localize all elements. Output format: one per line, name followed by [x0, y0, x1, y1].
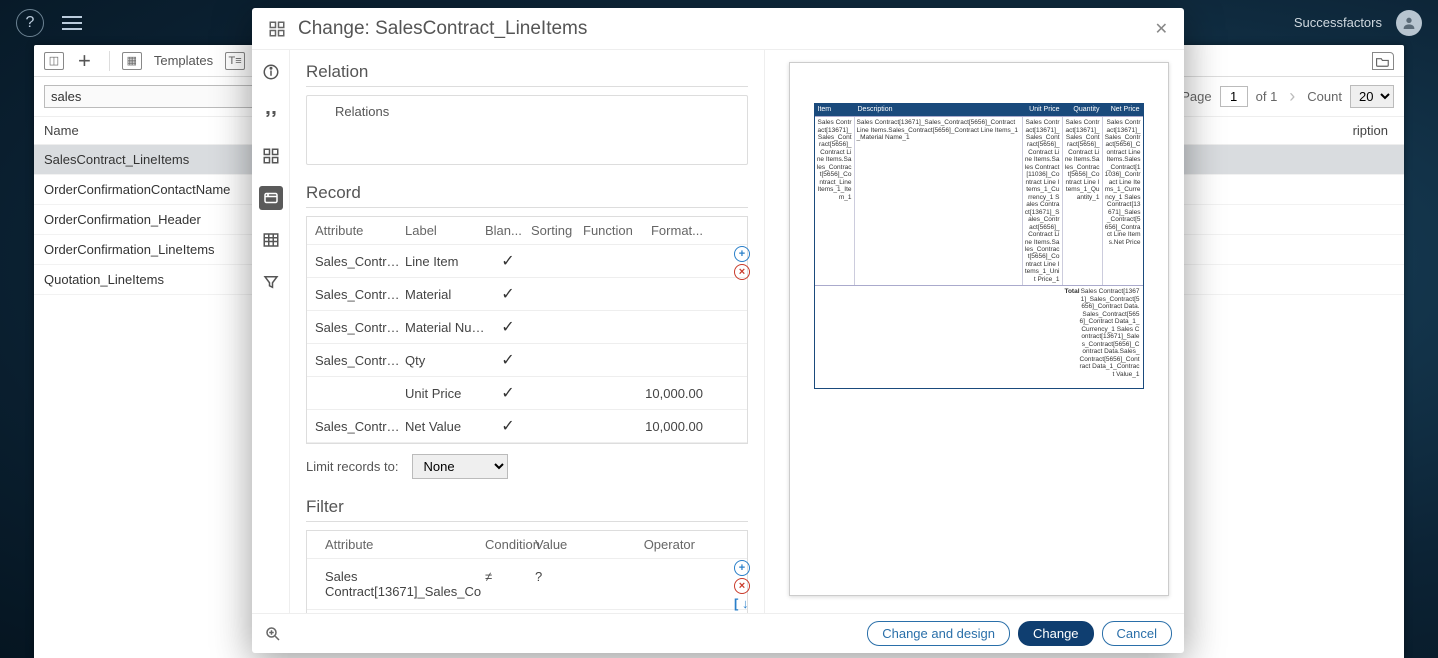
- form-area: Relation Relations Record Attribute Labe…: [290, 50, 764, 613]
- record-row[interactable]: Sales_Contract[5656Net Value✓10,000.00: [307, 410, 747, 443]
- change-and-design-button[interactable]: Change and design: [867, 621, 1010, 646]
- record-row[interactable]: Sales_Contract[5656Qty✓: [307, 344, 747, 377]
- open-folder-icon[interactable]: [1372, 52, 1394, 70]
- search-input[interactable]: [44, 85, 254, 108]
- templates-icon[interactable]: ▦: [122, 52, 142, 70]
- record-row[interactable]: Unit Price✓10,000.00: [307, 377, 747, 410]
- section-record: Record: [306, 183, 748, 208]
- change-modal: Change: SalesContract_LineItems ✕ Relati…: [252, 8, 1184, 653]
- col-name: Name: [44, 123, 264, 138]
- record-row[interactable]: Sales_Contract[5656Line Item✓: [307, 245, 747, 278]
- limit-row: Limit records to: None: [306, 454, 748, 479]
- count-label: Count: [1307, 89, 1342, 104]
- relations-label: Relations: [335, 104, 389, 119]
- modal-title: Change: SalesContract_LineItems: [298, 18, 587, 40]
- add-button[interactable]: +: [72, 48, 97, 74]
- tab-filter[interactable]: [259, 270, 283, 294]
- next-page-icon[interactable]: ›: [1285, 86, 1299, 107]
- cancel-button[interactable]: Cancel: [1102, 621, 1172, 646]
- add-filter-icon[interactable]: +: [734, 560, 750, 576]
- delete-filter-icon[interactable]: ×: [734, 578, 750, 594]
- page-input[interactable]: [1220, 86, 1248, 107]
- avatar[interactable]: [1396, 10, 1422, 36]
- count-select[interactable]: 20: [1350, 85, 1394, 108]
- textblocks-icon[interactable]: T≡: [225, 52, 245, 70]
- tab-quote[interactable]: [259, 102, 283, 126]
- record-header: Attribute Label Blan... Sorting Function…: [307, 217, 747, 245]
- modal-footer: Change and design Change Cancel: [252, 613, 1184, 653]
- side-tabs: [252, 50, 290, 613]
- templates-label[interactable]: Templates: [150, 53, 217, 68]
- section-relation: Relation: [306, 62, 748, 87]
- section-filter: Filter: [306, 497, 748, 522]
- filter-row[interactable]: Sales Contract[13671]_Sales_Co ≠ ?: [307, 559, 747, 610]
- tab-info[interactable]: [259, 60, 283, 84]
- menu-icon[interactable]: [62, 16, 82, 30]
- pager: ‹ Page of 1 › Count 20: [1159, 85, 1394, 108]
- help-icon[interactable]: ?: [16, 9, 44, 37]
- modal-header: Change: SalesContract_LineItems ✕: [252, 8, 1184, 50]
- change-button[interactable]: Change: [1018, 621, 1094, 646]
- close-icon[interactable]: ✕: [1155, 19, 1168, 39]
- brand-label: Successfactors: [1294, 15, 1382, 30]
- group-open-icon[interactable]: [ ↓: [734, 596, 750, 611]
- zoom-icon[interactable]: [264, 625, 282, 643]
- tab-data[interactable]: [259, 186, 283, 210]
- relations-box[interactable]: Relations: [306, 95, 748, 165]
- limit-label: Limit records to:: [306, 459, 398, 474]
- tab-table[interactable]: [259, 228, 283, 252]
- limit-select[interactable]: None: [412, 454, 508, 479]
- record-row[interactable]: Sales_Contract[5656Material Number✓: [307, 311, 747, 344]
- preview-page: Item Description Unit Price Quantity Net…: [789, 62, 1169, 596]
- record-table: Attribute Label Blan... Sorting Function…: [306, 216, 748, 444]
- toggle-icon[interactable]: ◫: [44, 52, 64, 70]
- grid-icon: [268, 20, 286, 38]
- record-row[interactable]: Sales_Contract[5656Material✓: [307, 278, 747, 311]
- add-record-icon[interactable]: +: [734, 246, 750, 262]
- page-of-label: of 1: [1256, 89, 1278, 104]
- filter-table: Attribute Condition Value Operator Sales…: [306, 530, 748, 613]
- tab-grid[interactable]: [259, 144, 283, 168]
- preview-area: Item Description Unit Price Quantity Net…: [764, 50, 1184, 613]
- page-label: Page: [1181, 89, 1211, 104]
- filter-header: Attribute Condition Value Operator: [307, 531, 747, 559]
- delete-record-icon[interactable]: ×: [734, 264, 750, 280]
